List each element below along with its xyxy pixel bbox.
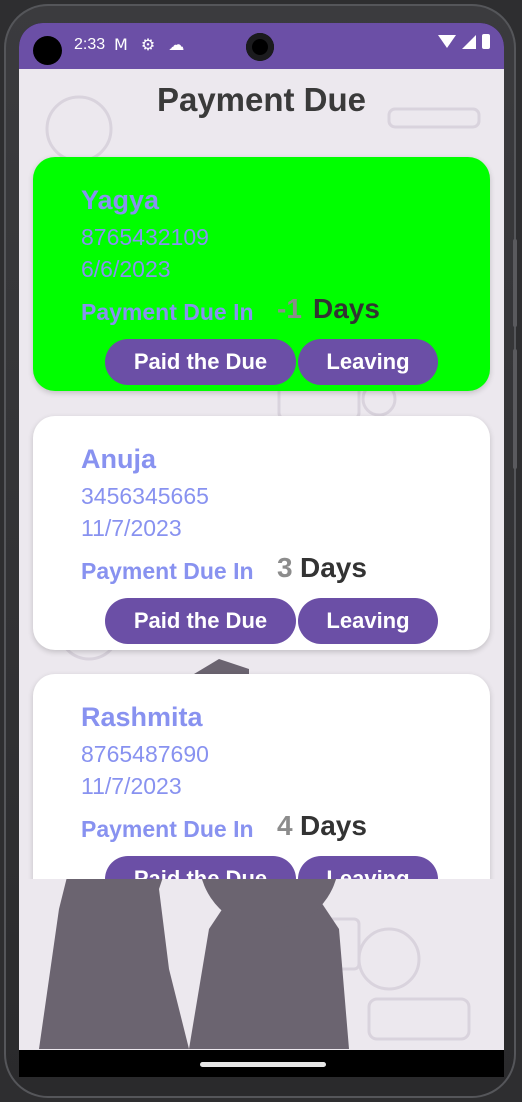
due-days-value: 4: [277, 810, 293, 841]
signal-icon: [462, 34, 476, 49]
volume-button: [513, 349, 517, 469]
settings-icon: ⚙: [140, 35, 160, 54]
gmail-icon: M: [114, 35, 132, 54]
card-list-viewport: Rashmita 8765487690 11/7/2023 Payment Du…: [19, 69, 504, 879]
battery-icon: [482, 34, 490, 49]
front-camera: [246, 33, 274, 61]
home-gesture-handle[interactable]: [200, 1062, 326, 1067]
member-name: Rashmita: [81, 702, 203, 732]
member-card: Rashmita 8765487690 11/7/2023 Payment Du…: [33, 674, 490, 879]
due-label: Payment Due In: [81, 816, 254, 842]
status-time: 2:33: [74, 36, 106, 53]
app-content: Payment Due Yagya 8765432109 6/6/2023 Pa…: [19, 69, 504, 1050]
device-screen: 2:33 M ⚙ ☁ Payment Due Yagya 8765432109 …: [19, 23, 504, 1077]
system-icons: [438, 34, 490, 49]
paid-the-due-button[interactable]: Paid the Due: [105, 856, 296, 879]
member-phone: 8765487690: [81, 741, 209, 767]
front-camera-left: [33, 36, 62, 65]
cloud-icon: ☁: [168, 35, 189, 54]
due-days-unit: Days: [300, 810, 367, 841]
status-bar: 2:33 M ⚙ ☁: [19, 23, 504, 69]
member-date: 11/7/2023: [81, 773, 182, 799]
power-button: [513, 239, 517, 327]
navigation-bar: [19, 1050, 504, 1077]
leaving-button[interactable]: Leaving: [298, 856, 438, 879]
wifi-icon: [438, 35, 456, 48]
notification-icons: M ⚙ ☁: [114, 35, 188, 54]
